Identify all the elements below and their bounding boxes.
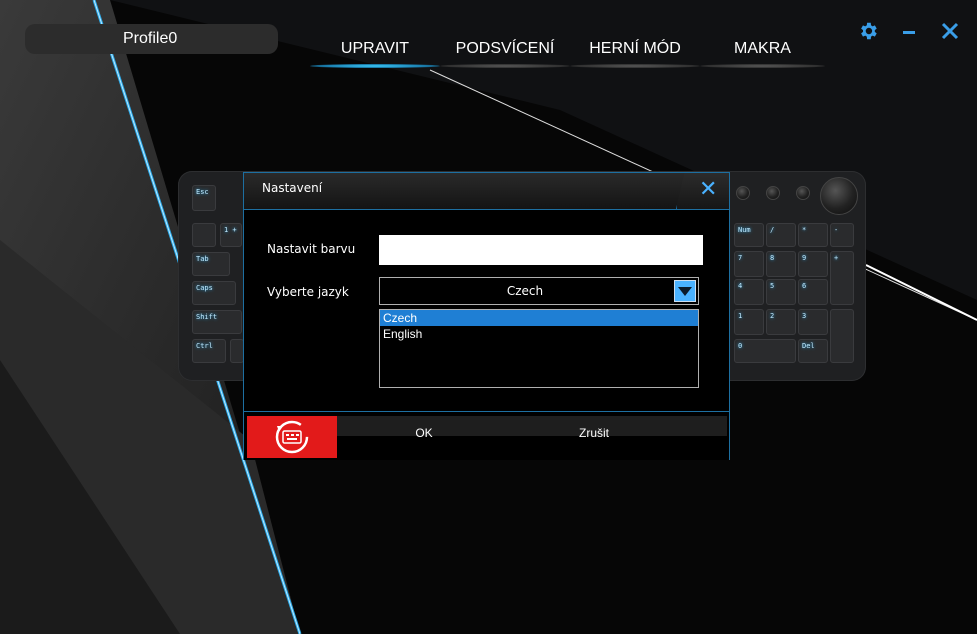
tab-upravit[interactable]: UPRAVIT: [310, 40, 440, 68]
color-label: Nastavit barvu: [267, 242, 356, 256]
key-num7[interactable]: 7: [734, 251, 764, 277]
key-del[interactable]: Del: [798, 339, 828, 363]
dialog-footer: OK Zrušit: [244, 411, 729, 460]
key-label: 9: [802, 254, 807, 262]
tab-herni-mod[interactable]: HERNÍ MÓD: [570, 40, 700, 68]
media-prev-button[interactable]: [736, 186, 750, 200]
key-label: 6: [802, 282, 807, 290]
key-label: Ctrl: [196, 342, 213, 350]
key-num0[interactable]: 0: [734, 339, 796, 363]
close-icon: [941, 22, 959, 40]
key-label: *: [802, 226, 807, 234]
minimize-icon: [903, 31, 915, 34]
tab-podsviceni[interactable]: PODSVÍCENÍ: [440, 40, 570, 68]
key-label: +: [834, 254, 839, 262]
close-button[interactable]: [938, 20, 962, 44]
language-option-english[interactable]: English: [380, 326, 698, 342]
ok-button[interactable]: OK: [374, 416, 474, 448]
key-label: Tab: [196, 255, 209, 263]
keyboard-reset-icon: [275, 420, 309, 454]
key-label: 1: [738, 312, 743, 320]
color-input[interactable]: [379, 235, 703, 265]
language-select[interactable]: Czech: [379, 277, 699, 305]
volume-knob[interactable]: [820, 177, 858, 215]
tab-label: MAKRA: [734, 40, 791, 57]
key-label: Del: [802, 342, 815, 350]
tab-underline: [700, 64, 825, 68]
language-dropdown-list: Czech English: [379, 309, 699, 388]
key-label: /: [770, 226, 775, 234]
dialog-close-button[interactable]: ✕: [676, 173, 729, 209]
tab-label: HERNÍ MÓD: [589, 40, 681, 57]
chevron-down-icon: [678, 287, 692, 296]
cancel-button[interactable]: Zrušit: [534, 416, 654, 448]
key-label: Caps: [196, 284, 213, 292]
media-next-button[interactable]: [796, 186, 810, 200]
tab-underline: [570, 64, 700, 68]
dropdown-arrow-button[interactable]: [674, 280, 696, 302]
key-plus[interactable]: +: [830, 251, 854, 305]
key-num2[interactable]: 2: [766, 309, 796, 335]
language-option-czech[interactable]: Czech: [380, 310, 698, 326]
key-label: 5: [770, 282, 775, 290]
key-label: 1 +: [224, 226, 237, 234]
key-caps[interactable]: Caps: [192, 281, 236, 305]
settings-dialog: Nastavení ✕ Nastavit barvu Vyberte jazyk…: [243, 172, 730, 460]
gear-icon: [861, 22, 877, 40]
key-num6[interactable]: 6: [798, 279, 828, 305]
key-backtick[interactable]: [192, 223, 216, 247]
key-shift[interactable]: Shift: [192, 310, 242, 334]
media-play-button[interactable]: [766, 186, 780, 200]
key-num8[interactable]: 8: [766, 251, 796, 277]
tab-label: UPRAVIT: [340, 40, 410, 57]
key-num9[interactable]: 9: [798, 251, 828, 277]
tab-makra[interactable]: MAKRA: [700, 40, 825, 68]
key-num1[interactable]: 1: [734, 309, 764, 335]
key-enter[interactable]: [830, 309, 854, 363]
profile-selector[interactable]: Profile0: [25, 24, 278, 54]
tab-label: PODSVÍCENÍ: [455, 40, 555, 57]
minimize-button[interactable]: [897, 20, 921, 44]
key-num[interactable]: Num: [734, 223, 764, 247]
key-label: 3: [802, 312, 807, 320]
key-ctrl[interactable]: Ctrl: [192, 339, 226, 363]
language-selected-value: Czech: [506, 284, 544, 298]
key-num3[interactable]: 3: [798, 309, 828, 335]
key-win[interactable]: [230, 339, 244, 363]
key-label: 0: [738, 342, 743, 350]
key-label: -: [834, 226, 839, 234]
key-label: Shift: [196, 313, 218, 321]
key-num4[interactable]: 4: [734, 279, 764, 305]
language-label: Vyberte jazyk: [267, 285, 349, 299]
key-label: 4: [738, 282, 743, 290]
key-label: 8: [770, 254, 775, 262]
key-esc[interactable]: Esc: [192, 185, 216, 211]
key-1[interactable]: 1 +: [220, 223, 242, 247]
key-slash[interactable]: /: [766, 223, 796, 247]
key-star[interactable]: *: [798, 223, 828, 247]
key-num5[interactable]: 5: [766, 279, 796, 305]
settings-button[interactable]: [856, 20, 880, 44]
reset-defaults-button[interactable]: [247, 416, 337, 458]
key-label: Num: [738, 226, 751, 234]
key-label: Esc: [196, 188, 209, 196]
key-label: 2: [770, 312, 775, 320]
dialog-title: Nastavení: [262, 181, 323, 195]
close-icon: ✕: [699, 177, 718, 202]
profile-name: Profile0: [123, 30, 178, 47]
key-minus[interactable]: -: [830, 223, 854, 247]
key-label: 7: [738, 254, 743, 262]
dialog-titlebar: Nastavení ✕: [244, 173, 729, 210]
key-tab[interactable]: Tab: [192, 252, 230, 276]
tab-underline: [440, 64, 570, 68]
tab-underline: [310, 64, 440, 68]
